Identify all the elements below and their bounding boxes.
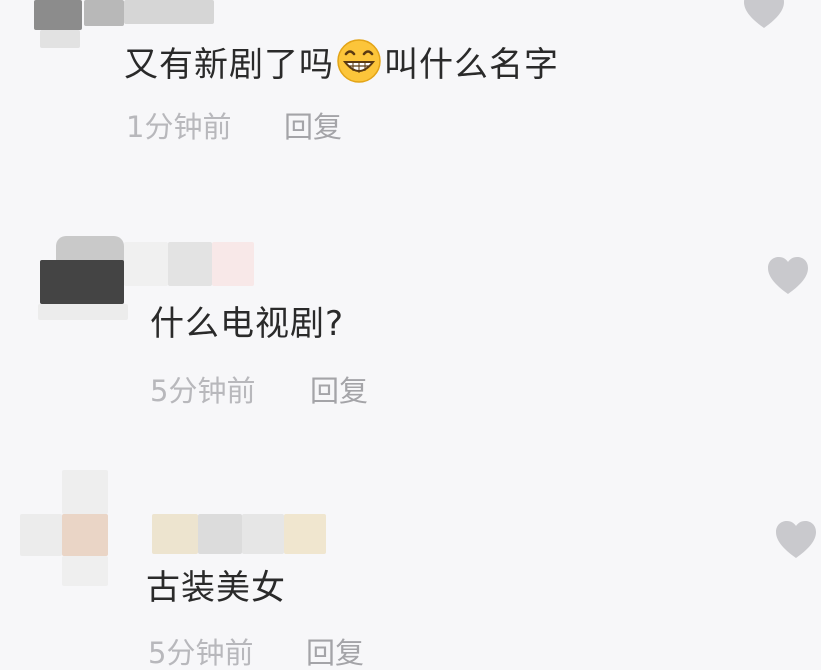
comment-time: 5分钟前 [148, 636, 254, 670]
username-blurred[interactable] [84, 0, 124, 26]
heart-icon[interactable] [766, 256, 810, 296]
comment-item-1: 又有新剧了吗 叫什么名字 1分钟前 回复 [0, 0, 821, 170]
comment-text: 又有新剧了吗 叫什么名字 [124, 38, 559, 85]
comment-item-2: 什么电视剧? 5分钟前 回复 [0, 228, 821, 428]
reply-button[interactable]: 回复 [306, 636, 364, 670]
reply-button[interactable]: 回复 [310, 374, 368, 408]
reply-button[interactable]: 回复 [284, 110, 342, 144]
avatar-blurred[interactable] [56, 236, 124, 262]
avatar-blurred [62, 556, 108, 586]
grinning-face-emoji [336, 38, 382, 84]
comment-time: 5分钟前 [150, 374, 256, 408]
comment-item-3: 古装美女 5分钟前 回复 [0, 470, 821, 670]
username-blurred[interactable] [168, 242, 212, 286]
comment-time: 1分钟前 [126, 110, 232, 144]
username-blurred[interactable] [198, 514, 242, 554]
heart-icon[interactable] [742, 0, 786, 30]
comment-text: 什么电视剧? [150, 304, 345, 344]
avatar-blurred [40, 30, 80, 48]
avatar-blurred[interactable] [34, 0, 82, 30]
username-blurred[interactable] [124, 242, 168, 286]
avatar-blurred[interactable] [20, 514, 62, 556]
avatar-blurred[interactable] [62, 514, 108, 556]
username-blurred[interactable] [212, 242, 254, 286]
comment-text-part: 又有新剧了吗 [124, 45, 334, 85]
avatar-blurred [62, 470, 108, 514]
comment-text: 古装美女 [146, 568, 286, 608]
comment-text-part: 叫什么名字 [384, 45, 559, 85]
username-blurred[interactable] [124, 0, 214, 24]
username-blurred[interactable] [152, 514, 198, 554]
username-blurred[interactable] [242, 514, 284, 554]
username-blurred[interactable] [284, 514, 326, 554]
avatar-blurred [38, 304, 128, 320]
avatar-blurred[interactable] [40, 260, 124, 304]
heart-icon[interactable] [774, 520, 818, 560]
